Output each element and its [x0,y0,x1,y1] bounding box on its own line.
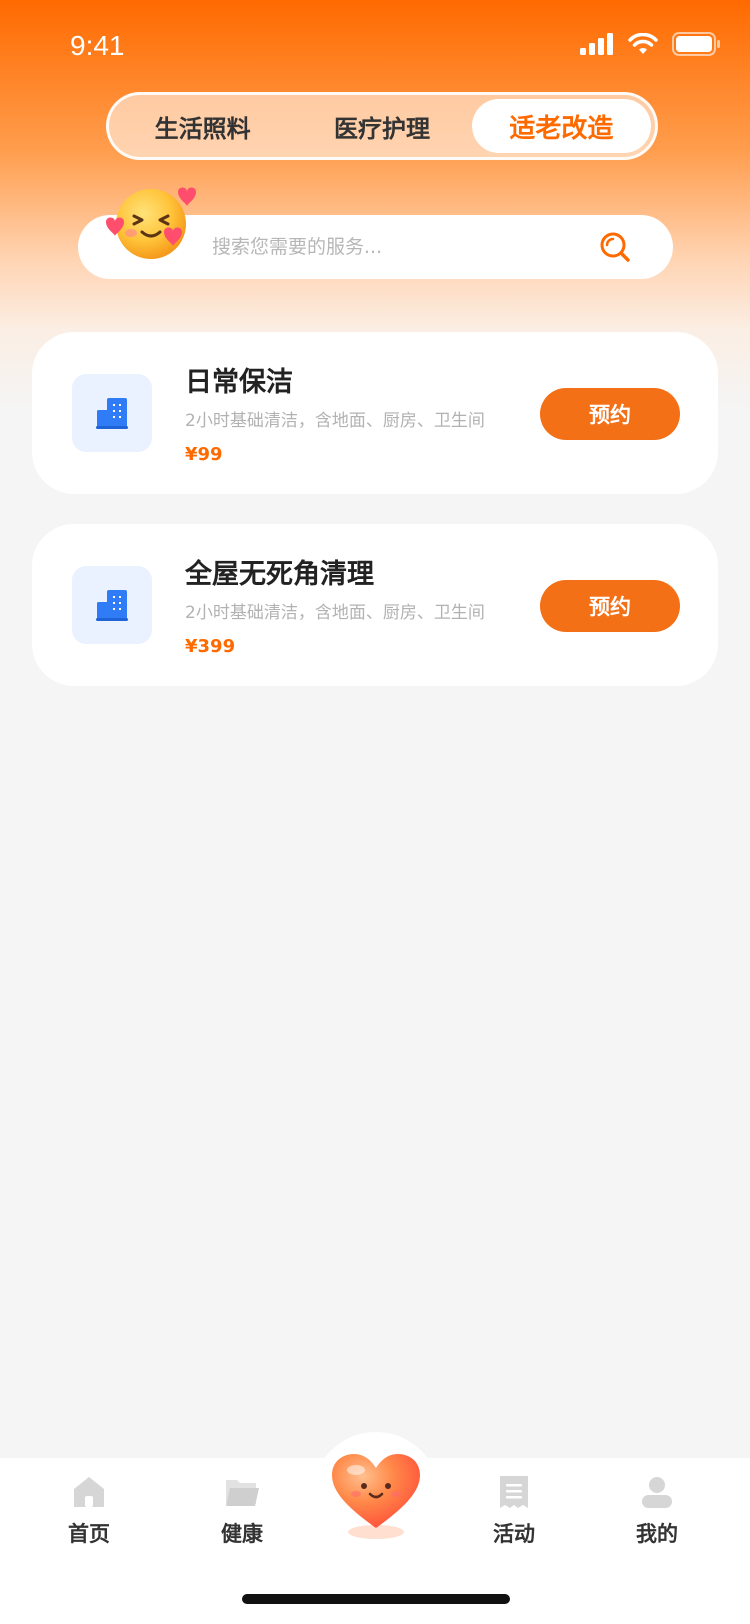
nav-health[interactable]: 健康 [187,1474,297,1548]
building-icon [72,374,152,452]
nav-home-label: 首页 [68,1522,110,1546]
tab-life-care[interactable]: 生活照料 [113,99,292,153]
receipt-icon [500,1476,528,1508]
nav-home[interactable]: 首页 [34,1474,144,1548]
status-time: 9:41 [70,30,125,61]
category-tabs: 生活照料 医疗护理 适老改造 [106,92,658,160]
service-description: 2小时基础清洁，含地面、厨房、卫生间 [185,603,485,623]
folder-icon [226,1480,259,1506]
signal-icon [580,33,613,55]
service-price: ¥99 [185,444,223,465]
tab-medical-care[interactable]: 医疗护理 [292,99,471,153]
search-icon[interactable] [599,231,631,263]
service-price: ¥399 [185,636,236,657]
home-indicator [242,1594,510,1604]
service-card: 日常保洁 2小时基础清洁，含地面、厨房、卫生间 ¥99 预约 [32,332,718,494]
wifi-icon [628,33,658,54]
nav-health-label: 健康 [221,1522,263,1546]
service-title: 日常保洁 [185,367,293,398]
book-button[interactable]: 预约 [540,580,680,632]
user-icon [642,1477,672,1508]
nav-mine-label: 我的 [636,1522,678,1546]
screen: 9:41 生活照料 医疗护理 适老改造 搜索您需要的服务... 日常保洁 2小时… [0,0,750,1624]
nav-mine[interactable]: 我的 [602,1474,712,1548]
battery-icon [672,32,720,56]
book-button[interactable]: 预约 [540,388,680,440]
service-description: 2小时基础清洁，含地面、厨房、卫生间 [185,411,485,431]
service-title: 全屋无死角清理 [185,559,374,590]
service-card: 全屋无死角清理 2小时基础清洁，含地面、厨房、卫生间 ¥399 预约 [32,524,718,686]
smiling-face-with-hearts-icon [106,187,196,259]
nav-activity[interactable]: 活动 [459,1474,569,1548]
home-icon [74,1477,104,1507]
status-icons [580,32,720,56]
search-input[interactable] [212,215,572,279]
building-icon [72,566,152,644]
nav-activity-label: 活动 [493,1522,535,1546]
heart-mascot-icon[interactable] [326,1448,426,1540]
tab-elderly-renovation[interactable]: 适老改造 [471,99,651,153]
